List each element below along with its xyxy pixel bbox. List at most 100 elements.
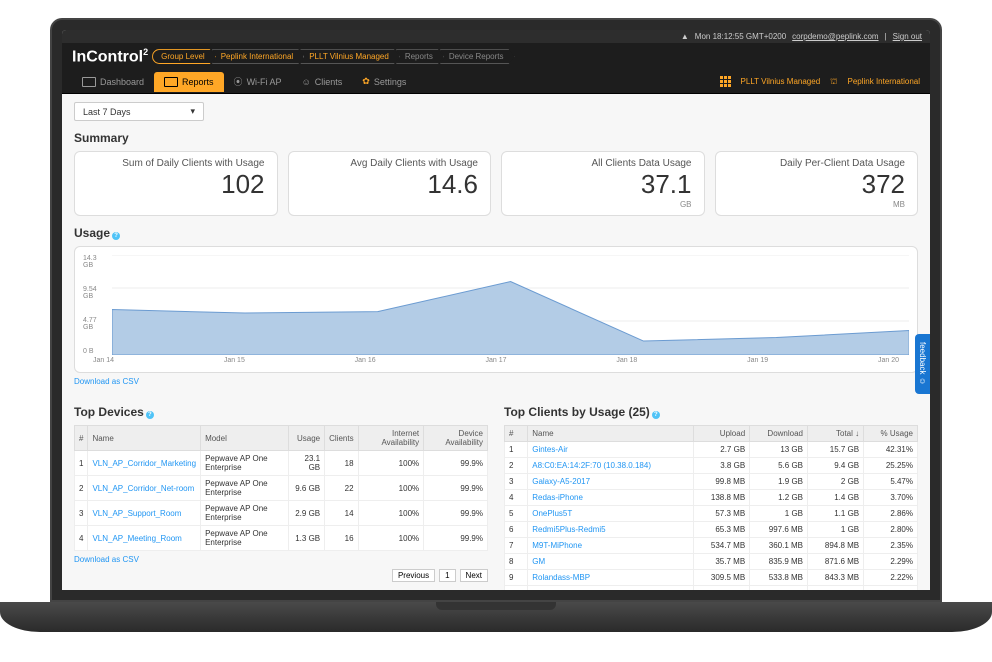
crumb-org[interactable]: Peplink International bbox=[212, 49, 305, 64]
table-header[interactable]: Usage bbox=[288, 426, 324, 451]
table-cell[interactable]: Rolandass-MBP bbox=[528, 570, 694, 586]
table-cell: 57.3 MB bbox=[694, 506, 750, 522]
table-cell[interactable]: VLN_AP_Meeting_Room bbox=[88, 526, 201, 551]
table-cell: 9 bbox=[505, 570, 528, 586]
table-cell: 721 MB bbox=[750, 586, 808, 590]
nav-reports[interactable]: Reports bbox=[154, 72, 224, 92]
crumb-reports[interactable]: Reports bbox=[396, 49, 444, 64]
help-icon[interactable]: ? bbox=[146, 411, 154, 419]
table-cell[interactable]: VLN_AP_Corridor_Marketing bbox=[88, 451, 201, 476]
table-row: 6Redmi5Plus-Redmi565.3 MB997.6 MB1 GB2.8… bbox=[505, 522, 918, 538]
table-cell: 100% bbox=[358, 451, 424, 476]
table-header[interactable]: Internet Availability bbox=[358, 426, 424, 451]
download-csv-devices[interactable]: Download as CSV bbox=[74, 555, 139, 564]
table-cell: 843.3 MB bbox=[808, 570, 864, 586]
table-header[interactable]: Total ↓ bbox=[808, 426, 864, 442]
wifi-icon: ⦿ bbox=[234, 75, 243, 88]
content-area: feedback ☺ Last 7 Days ▾ Summary Sum of … bbox=[62, 94, 930, 590]
table-cell[interactable]: VLN_AP_Corridor_Net-room bbox=[88, 476, 201, 501]
table-cell: 1.9 GB bbox=[750, 474, 808, 490]
table-cell[interactable]: Galaxy-A5-2017 bbox=[528, 474, 694, 490]
table-cell: 100% bbox=[358, 501, 424, 526]
table-cell: 2.22% bbox=[864, 570, 918, 586]
area-chart-svg bbox=[112, 255, 909, 355]
table-header[interactable]: % Usage bbox=[864, 426, 918, 442]
signout-link[interactable]: Sign out bbox=[893, 32, 922, 41]
crumb-group[interactable]: PLLT Vilnius Managed bbox=[300, 49, 400, 64]
user-icon: ☺ bbox=[302, 77, 311, 87]
page-1-button[interactable]: 1 bbox=[439, 569, 455, 582]
table-cell: 309.5 MB bbox=[694, 570, 750, 586]
table-cell: 2 bbox=[75, 476, 88, 501]
brand-bar: InControl2 Group Level Peplink Internati… bbox=[62, 43, 930, 70]
table-cell: 14 bbox=[325, 501, 358, 526]
table-cell[interactable]: M9T-MiPhone bbox=[528, 538, 694, 554]
table-cell: 997.6 MB bbox=[750, 522, 808, 538]
table-row: 9Rolandass-MBP309.5 MB533.8 MB843.3 MB2.… bbox=[505, 570, 918, 586]
table-header[interactable]: # bbox=[75, 426, 88, 451]
table-cell: 2.80% bbox=[864, 522, 918, 538]
crumb-group-level[interactable]: Group Level bbox=[152, 49, 216, 64]
nav-clients[interactable]: ☺Clients bbox=[292, 72, 353, 92]
table-cell: 99.9% bbox=[424, 476, 488, 501]
table-cell: 1 GB bbox=[750, 506, 808, 522]
table-header[interactable]: Name bbox=[528, 426, 694, 442]
grid-icon bbox=[720, 76, 731, 87]
table-cell: 871.6 MB bbox=[808, 554, 864, 570]
x-axis: Jan 14Jan 15Jan 16Jan 17Jan 18Jan 19Jan … bbox=[83, 357, 909, 364]
table-header[interactable]: Name bbox=[88, 426, 201, 451]
nav-dashboard[interactable]: Dashboard bbox=[72, 72, 154, 92]
table-cell: 2.9 GB bbox=[288, 501, 324, 526]
top-status-bar: ▲ Mon 18:12:55 GMT+0200 corpdemo@peplink… bbox=[62, 30, 930, 43]
table-header[interactable]: # bbox=[505, 426, 528, 442]
datetime: Mon 18:12:55 GMT+0200 bbox=[695, 32, 786, 41]
table-cell: 2.7 GB bbox=[694, 442, 750, 458]
table-cell: 1.4 GB bbox=[808, 490, 864, 506]
table-cell[interactable]: A8:C0:EA:14:2F:70 (10.38.0.184) bbox=[528, 458, 694, 474]
user-link[interactable]: corpdemo@peplink.com bbox=[792, 32, 878, 41]
table-cell[interactable]: Gintes-Air bbox=[528, 442, 694, 458]
document-icon bbox=[164, 77, 178, 87]
table-cell[interactable]: Redmi5Plus-Redmi5 bbox=[528, 522, 694, 538]
table-cell[interactable]: GedminssPhone bbox=[528, 586, 694, 590]
prev-button[interactable]: Previous bbox=[392, 569, 435, 582]
table-row: 5OnePlus5T57.3 MB1 GB1.1 GB2.86% bbox=[505, 506, 918, 522]
pager: Previous 1 Next bbox=[74, 569, 488, 582]
table-cell[interactable]: VLN_AP_Support_Room bbox=[88, 501, 201, 526]
table-row: 2VLN_AP_Corridor_Net-roomPepwave AP One … bbox=[75, 476, 488, 501]
table-cell: 5.6 GB bbox=[750, 458, 808, 474]
nav-wifi-ap[interactable]: ⦿Wi-Fi AP bbox=[224, 70, 292, 93]
table-header[interactable]: Download bbox=[750, 426, 808, 442]
table-cell: 533.8 MB bbox=[750, 570, 808, 586]
table-cell: 835.9 MB bbox=[750, 554, 808, 570]
table-cell[interactable]: GM bbox=[528, 554, 694, 570]
breadcrumb: Group Level Peplink International PLLT V… bbox=[156, 49, 514, 64]
summary-card: Avg Daily Clients with Usage14.6 bbox=[288, 151, 492, 216]
table-header[interactable]: Device Availability bbox=[424, 426, 488, 451]
card-value: 372 bbox=[728, 169, 906, 200]
gear-icon: ✿ bbox=[362, 76, 370, 87]
table-header[interactable]: Upload bbox=[694, 426, 750, 442]
table-header[interactable]: Model bbox=[201, 426, 289, 451]
download-csv-usage[interactable]: Download as CSV bbox=[74, 377, 139, 386]
table-cell: 5 bbox=[505, 506, 528, 522]
table-cell[interactable]: OnePlus5T bbox=[528, 506, 694, 522]
table-cell: 42.31% bbox=[864, 442, 918, 458]
nav-settings[interactable]: ✿Settings bbox=[352, 71, 416, 92]
date-range-selector[interactable]: Last 7 Days ▾ bbox=[74, 102, 204, 121]
table-cell: 13 GB bbox=[750, 442, 808, 458]
table-row: 2A8:C0:EA:14:2F:70 (10.38.0.184)3.8 GB5.… bbox=[505, 458, 918, 474]
feedback-tab[interactable]: feedback ☺ bbox=[915, 334, 930, 394]
table-header[interactable]: Clients bbox=[325, 426, 358, 451]
help-icon[interactable]: ? bbox=[112, 232, 120, 240]
table-cell: 10 bbox=[505, 586, 528, 590]
table-cell: 4 bbox=[75, 526, 88, 551]
org-switcher[interactable]: PLLT Vilnius Managed ⛫ Peplink Internati… bbox=[720, 76, 920, 87]
table-cell: 35.7 MB bbox=[694, 554, 750, 570]
table-cell: 100% bbox=[358, 526, 424, 551]
crumb-device-reports[interactable]: Device Reports bbox=[440, 49, 515, 64]
help-icon[interactable]: ? bbox=[652, 411, 660, 419]
next-button[interactable]: Next bbox=[460, 569, 488, 582]
table-cell[interactable]: Redas-iPhone bbox=[528, 490, 694, 506]
table-cell: 23.1 GB bbox=[288, 451, 324, 476]
